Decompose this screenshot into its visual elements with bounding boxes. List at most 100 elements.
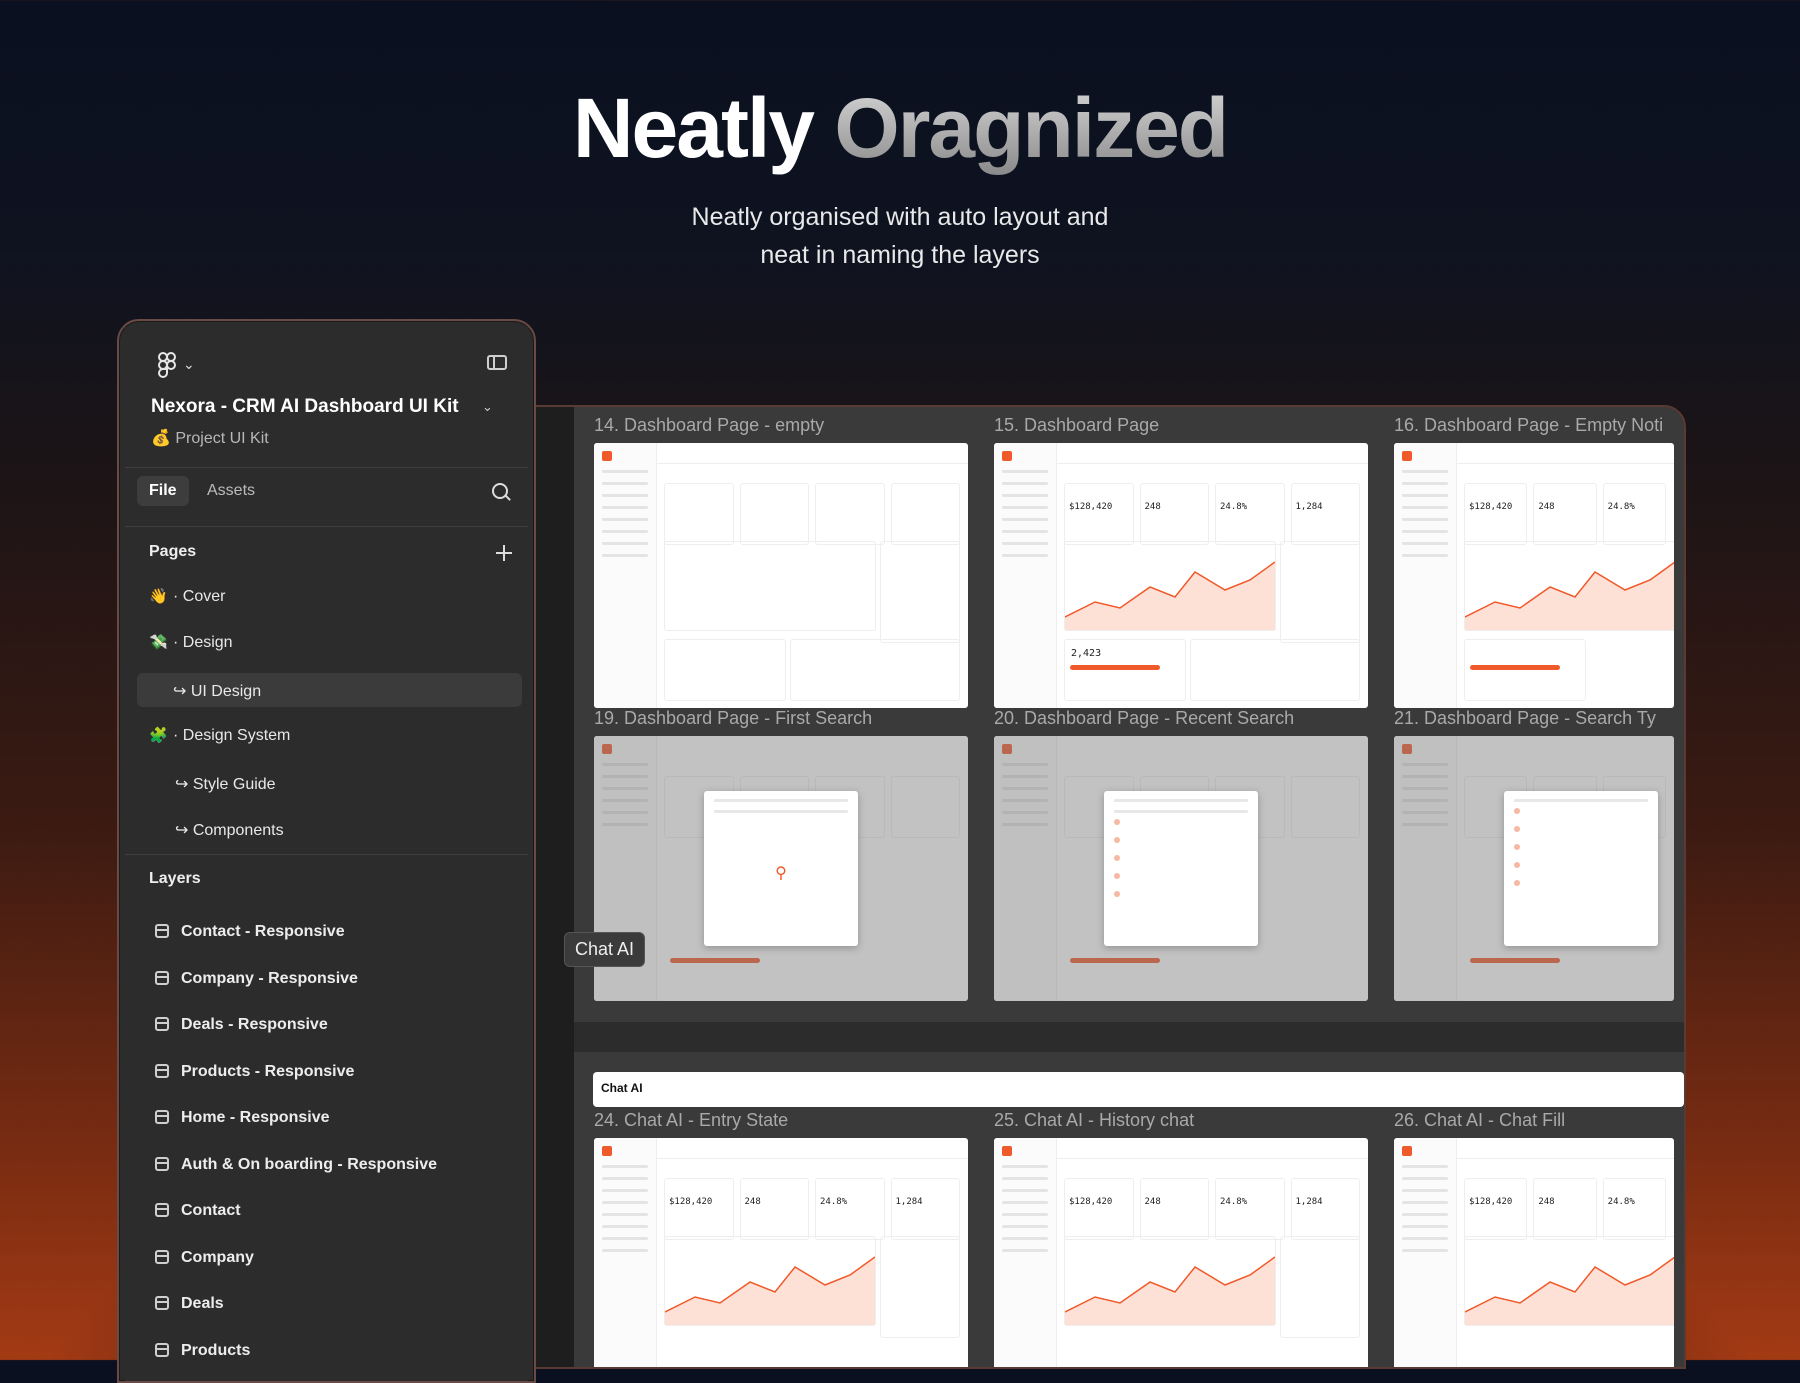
frame-thumbnail[interactable]: $128,420 248 24.8% [1394, 1138, 1674, 1367]
thumb-calendar [880, 541, 960, 643]
page-item-components[interactable]: ↪ Components [137, 812, 522, 846]
progress-bar [670, 958, 760, 963]
progress-bar [1070, 665, 1160, 670]
page-item-label: ↪ UI Design [173, 683, 262, 700]
thumb-calendar [880, 1236, 960, 1338]
thumb-kpis: $128,420 248 24.8% 1,284 [664, 1178, 960, 1240]
frame-label[interactable]: 19. Dashboard Page - First Search [594, 708, 872, 729]
tab-file[interactable]: File [137, 476, 189, 506]
thumb-sidebar [994, 736, 1057, 1001]
layer-item[interactable]: Deals - Responsive [125, 1009, 528, 1043]
layers-heading: Layers [149, 870, 201, 887]
thumb-topbar [1456, 443, 1674, 464]
page-item-label: · Cover [173, 588, 226, 605]
thumb-panel [1190, 639, 1360, 701]
frame-thumbnail[interactable]: $128,420 248 24.8% 1,284 2,423 [994, 443, 1368, 708]
search-modal[interactable] [1504, 791, 1658, 946]
chevron-down-icon[interactable]: ⌄ [482, 399, 493, 415]
frame-label[interactable]: 16. Dashboard Page - Empty Noti [1394, 415, 1663, 436]
thumb-sidebar [1394, 736, 1457, 1001]
frame-icon [155, 1250, 169, 1264]
page-item-design[interactable]: 💸 · Design [137, 626, 522, 660]
kpi-value: $128,420 [1069, 502, 1113, 512]
thumb-kpis [664, 483, 960, 545]
section-label-chat-ai[interactable]: Chat AI [564, 932, 646, 967]
tab-assets[interactable]: Assets [207, 482, 255, 500]
layer-item[interactable]: Products - Responsive [125, 1056, 528, 1090]
progress-bar [1070, 958, 1160, 963]
layer-item[interactable]: Company - Responsive [125, 963, 528, 997]
frame-icon [155, 1064, 169, 1078]
sales-area-chart [1064, 1256, 1276, 1325]
chat-ai-header-bar: Chat AI [593, 1072, 1684, 1107]
layer-label: Company - Responsive [181, 970, 358, 987]
thumb-chart [1464, 541, 1674, 631]
frame-thumbnail[interactable] [594, 443, 968, 708]
thumb-kpis: $128,420 248 24.8% 1,284 [1064, 483, 1360, 545]
search-modal[interactable]: ⚲ [704, 791, 858, 946]
kpi-value: 248 [1538, 502, 1555, 512]
project-title[interactable]: Nexora - CRM AI Dashboard UI Kit [151, 396, 459, 418]
layer-item[interactable]: Auth & On boarding - Responsive [125, 1149, 528, 1183]
thumb-chart [1464, 1236, 1674, 1326]
page-item-label: · Design [173, 634, 233, 651]
sales-area-chart [664, 1256, 876, 1325]
frame-label[interactable]: 21. Dashboard Page - Search Ty [1394, 708, 1656, 729]
hero-title-part1: Neatly [572, 81, 815, 175]
page-item-ui-design[interactable]: ↪ UI Design [137, 673, 522, 707]
thumb-sidebar [994, 1138, 1057, 1367]
layer-item[interactable]: Products [125, 1335, 528, 1369]
thumb-topbar [1456, 1138, 1674, 1159]
frame-label[interactable]: 26. Chat AI - Chat Fill [1394, 1110, 1565, 1131]
hero-title: Neatly Oragnized [0, 80, 1800, 177]
search-modal[interactable] [1104, 791, 1258, 946]
frame-label[interactable]: 14. Dashboard Page - empty [594, 415, 824, 436]
frame-thumbnail[interactable]: $128,420 248 24.8% 1,284 [594, 1138, 968, 1367]
thumb-panel [790, 639, 960, 701]
kpi-value: 1,284 [1295, 502, 1323, 512]
layer-label: Contact - Responsive [181, 923, 345, 940]
layer-item[interactable]: Contact [125, 1195, 528, 1229]
layer-item[interactable]: Company [125, 1242, 528, 1276]
layer-item[interactable]: Home - Responsive [125, 1102, 528, 1136]
layer-label: Products [181, 1342, 251, 1359]
layer-item[interactable]: Contact - Responsive [125, 916, 528, 950]
kpi-value: 1,284 [895, 1197, 923, 1207]
search-icon: ⚲ [775, 865, 787, 882]
thumb-sidebar [1394, 1138, 1457, 1367]
thumb-kpis: $128,420 248 24.8% [1464, 483, 1666, 545]
thumb-calendar [1280, 541, 1360, 643]
frame-label[interactable]: 24. Chat AI - Entry State [594, 1110, 788, 1131]
frame-thumbnail[interactable]: $128,420 248 24.8% [1394, 443, 1674, 708]
kpi-value: $128,420 [1069, 1197, 1113, 1207]
search-icon[interactable] [492, 483, 508, 499]
frame-thumbnail[interactable] [1394, 736, 1674, 1001]
frame-thumbnail[interactable]: $128,420 248 24.8% 1,284 [994, 1138, 1368, 1367]
puzzle-icon: 🧩 [149, 727, 168, 744]
frame-label[interactable]: 20. Dashboard Page - Recent Search [994, 708, 1294, 729]
page-item-design-system[interactable]: 🧩 · Design System [137, 719, 522, 753]
layer-label: Home - Responsive [181, 1109, 330, 1126]
figma-logo-icon[interactable] [157, 352, 179, 378]
layer-label: Deals [181, 1295, 224, 1312]
frame-thumbnail[interactable]: ⚲ [594, 736, 968, 1001]
frame-label[interactable]: 25. Chat AI - History chat [994, 1110, 1194, 1131]
add-page-icon[interactable] [496, 545, 512, 561]
thumb-panel: 2,423 [1064, 639, 1186, 701]
layer-item[interactable]: Deals [125, 1288, 528, 1322]
frame-thumbnail[interactable] [994, 736, 1368, 1001]
thumb-topbar [656, 1138, 968, 1159]
wave-icon: 👋 [149, 588, 168, 605]
page-item-cover[interactable]: 👋 · Cover [137, 580, 522, 614]
frame-icon [155, 1110, 169, 1124]
progress-bar [1470, 958, 1560, 963]
sales-area-chart [1064, 561, 1276, 630]
frame-label[interactable]: 15. Dashboard Page [994, 415, 1159, 436]
frame-icon [155, 1017, 169, 1031]
sidebar-toggle-icon[interactable] [487, 355, 507, 370]
divider [125, 467, 528, 468]
chevron-down-icon[interactable]: ⌄ [183, 356, 195, 373]
thumb-sidebar [594, 443, 657, 708]
page-item-style-guide[interactable]: ↪ Style Guide [137, 766, 522, 800]
design-canvas[interactable]: 14. Dashboard Page - empty 15. Dashboard… [510, 405, 1686, 1369]
